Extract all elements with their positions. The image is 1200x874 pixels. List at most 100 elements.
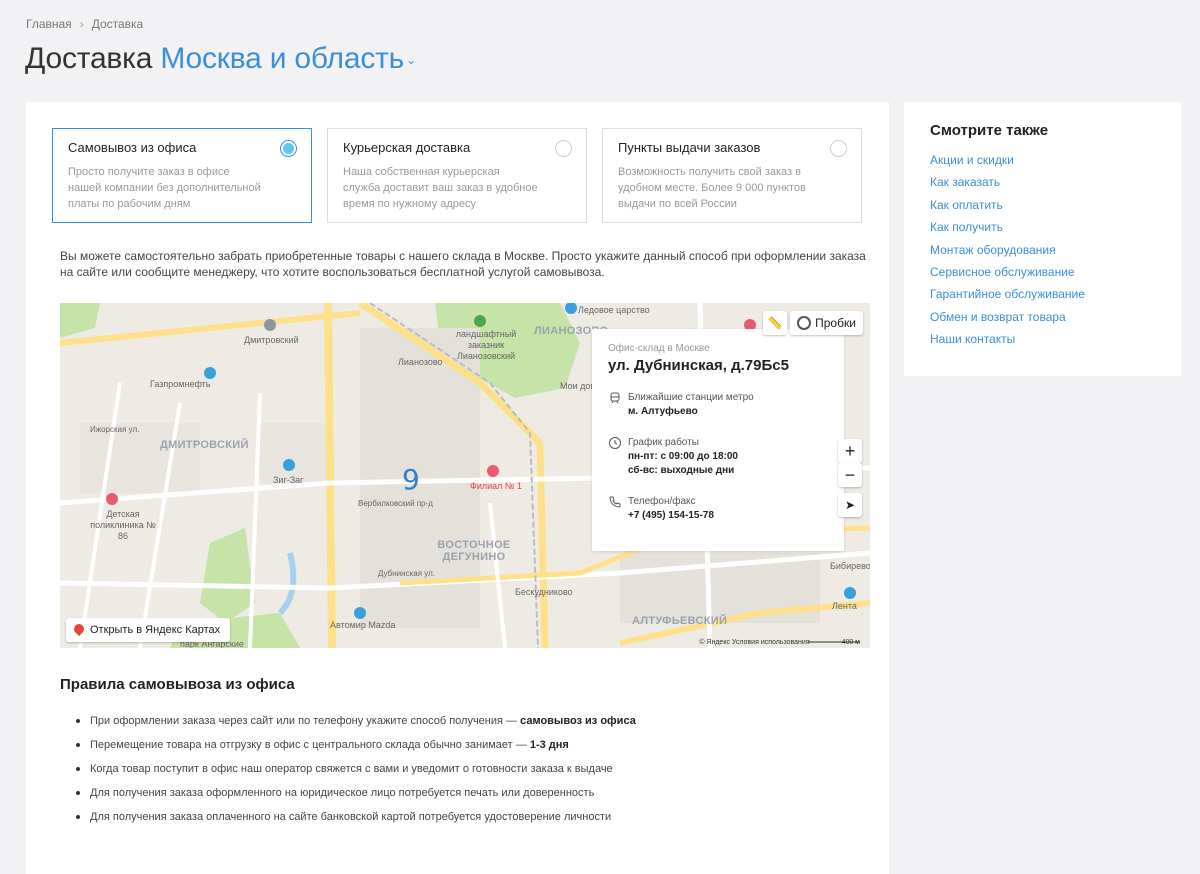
region-selector-label: Москва и область <box>160 42 405 75</box>
map-pin-icon <box>71 621 87 637</box>
hours-label: График работы <box>628 437 699 448</box>
see-also-link-promotions[interactable]: Акции и скидки <box>930 149 1155 171</box>
open-yandex-maps-button[interactable]: Открыть в Яндекс Картах <box>66 618 231 642</box>
tab-description: Просто получите заказ в офисе нашей комп… <box>68 166 261 210</box>
rules-title: Правила самовывоза из офиса <box>60 676 295 693</box>
chevron-down-icon: ⌄ <box>406 53 416 68</box>
list-item: Для получения заказа оформленного на юри… <box>76 785 856 809</box>
traffic-icon <box>797 316 812 330</box>
delivery-method-tabs: Самовывоз из офиса Просто получите заказ… <box>52 128 862 223</box>
radio-unselected[interactable] <box>555 140 572 157</box>
list-item: Перемещение товара на отгрузку в офис с … <box>76 737 856 761</box>
metro-value: м. Алтуфьево <box>628 406 698 417</box>
delivery-content: Самовывоз из офиса Просто получите заказ… <box>26 102 889 874</box>
zoom-out-button[interactable]: − <box>838 463 862 487</box>
see-also-link-warranty[interactable]: Гарантийное обслуживание <box>930 283 1155 305</box>
see-also-link-installation[interactable]: Монтаж оборудования <box>930 239 1155 261</box>
map-label-lianozovo: Лианозово <box>398 357 443 367</box>
map-label-filial: Филиал № 1 <box>470 481 523 491</box>
ruler-button[interactable]: 📏 <box>763 311 787 335</box>
region-selector[interactable]: Москва и область ⌄ <box>160 42 416 75</box>
radio-selected[interactable] <box>280 140 297 157</box>
phone-label: Телефон/факс <box>628 496 696 507</box>
rule-emphasis: 1-3 дня <box>529 739 569 751</box>
radio-unselected[interactable] <box>830 140 847 157</box>
see-also-link-contacts[interactable]: Наши контакты <box>930 328 1155 350</box>
rule-text: Когда товар поступит в офис наш оператор… <box>90 763 613 775</box>
rules-list: При оформлении заказа через сайт или по … <box>76 713 856 833</box>
location-pin-icon: 9 <box>402 463 420 496</box>
see-also-title: Смотрите также <box>930 122 1049 139</box>
list-item: При оформлении заказа через сайт или по … <box>76 713 856 737</box>
map-label-bibirevo: Бибирево <box>830 561 870 571</box>
see-also-link-service[interactable]: Сервисное обслуживание <box>930 261 1155 283</box>
geolocation-button[interactable]: ➤ <box>838 493 862 517</box>
map-label-izhorskaya: Ижорская ул. <box>90 425 140 434</box>
rule-text: Для получения заказа оформленного на юри… <box>90 787 595 799</box>
hours-weekdays: пн-пт: с 09:00 до 18:00 <box>628 451 738 462</box>
office-subtitle: Офис-склад в Москве <box>608 343 710 354</box>
metro-train-icon <box>610 392 620 404</box>
traffic-label: Пробки <box>815 316 856 330</box>
see-also-link-how-to-pay[interactable]: Как оплатить <box>930 194 1155 216</box>
page-title-text: Доставка <box>25 42 153 75</box>
map-label-gazpromneft: Газпромнефть <box>150 379 211 389</box>
list-item: Для получения заказа оплаченного на сайт… <box>76 809 856 833</box>
tab-pickup[interactable]: Самовывоз из офиса Просто получите заказ… <box>52 128 312 223</box>
breadcrumb: Главная › Доставка <box>26 17 143 31</box>
see-also-link-how-to-receive[interactable]: Как получить <box>930 216 1155 238</box>
tab-title: Самовывоз из офиса <box>68 140 197 155</box>
map-label-beskudnikovo: Бескудниково <box>515 587 573 597</box>
rule-text: При оформлении заказа через сайт или по … <box>90 715 521 727</box>
see-also-link-how-to-order[interactable]: Как заказать <box>930 171 1155 193</box>
office-info-card: Офис-склад в Москве ул. Дубнинская, д.79… <box>592 329 844 551</box>
list-item: Когда товар поступит в офис наш оператор… <box>76 761 856 785</box>
map-label-lenta: Лента <box>832 601 857 611</box>
zoom-in-button[interactable]: + <box>838 439 862 463</box>
location-arrow-icon: ➤ <box>844 498 856 512</box>
phone-value[interactable]: +7 (495) 154-15-78 <box>628 509 828 523</box>
map-label-ledovoe: Ледовое царство <box>578 305 650 315</box>
map-label-dmitrovsky: Дмитровский <box>244 335 299 345</box>
map-label-park: ландшафтный заказник Лианозовский <box>455 329 517 361</box>
tab-description: Возможность получить свой заказ в удобно… <box>618 166 806 210</box>
tab-title: Пункты выдачи заказов <box>618 140 761 155</box>
traffic-button[interactable]: Пробки <box>790 311 863 335</box>
map[interactable]: 9 Дмитровский Газпромнефть ДМИТРОВСКИЙ З… <box>60 303 870 648</box>
map-label-clinic: Детская поликлиника № 86 <box>90 509 156 541</box>
hours-row: График работы пн-пт: с 09:00 до 18:00 сб… <box>608 436 828 478</box>
breadcrumb-current: Доставка <box>91 17 144 31</box>
breadcrumb-separator-icon: › <box>79 17 84 31</box>
rule-emphasis: самовывоз из офиса <box>520 715 636 727</box>
see-also-link-returns[interactable]: Обмен и возврат товара <box>930 306 1155 328</box>
ruler-icon: 📏 <box>767 316 783 330</box>
open-yandex-maps-label: Открыть в Яндекс Картах <box>90 624 221 636</box>
phone-icon <box>609 496 621 508</box>
tab-description: Наша собственная курьерская служба доста… <box>343 166 538 210</box>
rule-text: Для получения заказа оплаченного на сайт… <box>90 811 612 823</box>
office-address: ул. Дубнинская, д.79Бс5 <box>608 357 789 374</box>
hours-weekend: сб-вс: выходные дни <box>628 465 735 476</box>
map-label-zig-zag: Зиг-Заг <box>273 475 304 485</box>
clock-icon <box>609 437 621 449</box>
page-title: Доставка Москва и область ⌄ <box>25 42 416 76</box>
map-copyright-text[interactable]: © Яндекс Условия использования <box>699 639 809 646</box>
phone-row: Телефон/факс +7 (495) 154-15-78 <box>608 495 828 523</box>
map-district-dmitrovsky: ДМИТРОВСКИЙ <box>160 439 249 451</box>
zoom-out-icon: − <box>844 464 856 485</box>
map-district-altufevsky: АЛТУФЬЕВСКИЙ <box>632 615 728 627</box>
zoom-in-icon: + <box>844 440 856 461</box>
map-district-vostochnoe: ВОСТОЧНОЕ ДЕГУНИНО <box>437 539 511 563</box>
map-scale-label: 400 м <box>841 639 860 646</box>
see-also-panel: Смотрите также Акции и скидки Как заказа… <box>904 102 1181 376</box>
tab-courier[interactable]: Курьерская доставка Наша собственная кур… <box>327 128 587 223</box>
breadcrumb-home[interactable]: Главная <box>26 17 72 31</box>
rule-text: Перемещение товара на отгрузку в офис с … <box>90 739 530 751</box>
tab-pickup-points[interactable]: Пункты выдачи заказов Возможность получи… <box>602 128 862 223</box>
map-copyright: © Яндекс Условия использования 400 м <box>699 639 860 646</box>
metro-row: Ближайшие станции метро м. Алтуфьево <box>608 391 828 419</box>
metro-label: Ближайшие станции метро <box>628 392 754 403</box>
map-label-automir: Автомир Mazda <box>330 620 396 630</box>
map-label-verbilkovsky: Вербилковский пр-д <box>358 499 433 508</box>
tab-title: Курьерская доставка <box>343 140 471 155</box>
